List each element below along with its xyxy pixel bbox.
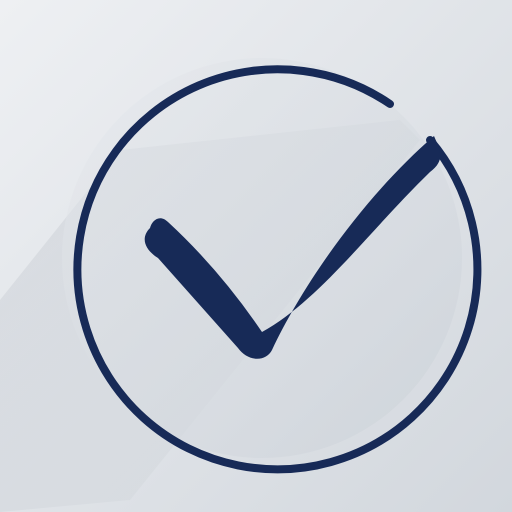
icon-canvas bbox=[0, 0, 512, 512]
check-circle-icon bbox=[0, 0, 512, 512]
